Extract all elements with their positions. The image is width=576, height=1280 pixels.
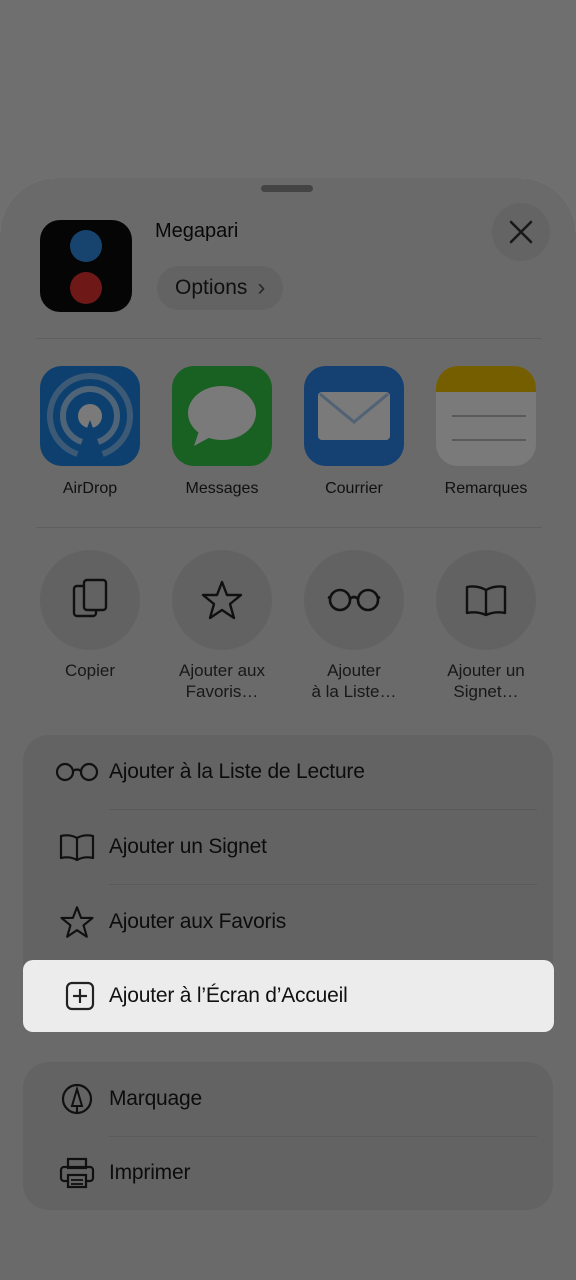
action-add-favorites[interactable]: Ajouter aux Favoris… bbox=[162, 550, 282, 702]
menu-item-label: Imprimer bbox=[109, 1161, 191, 1184]
menu-item-label: Ajouter un Signet bbox=[109, 835, 267, 858]
add-square-icon bbox=[60, 976, 100, 1016]
menu-item-label: Ajouter à l’Écran d’Accueil bbox=[109, 984, 348, 1007]
menu-item-label: Ajouter aux Favoris bbox=[109, 910, 287, 933]
menu-item-add-to-home-screen[interactable]: Ajouter à l’Écran d’Accueil bbox=[23, 960, 554, 1032]
printer-icon bbox=[57, 1153, 97, 1193]
close-icon bbox=[509, 220, 533, 244]
share-target-label: AirDrop bbox=[62, 480, 118, 497]
markup-icon bbox=[57, 1079, 97, 1119]
glasses-icon bbox=[53, 752, 101, 792]
share-target-messages[interactable]: Messages bbox=[172, 366, 272, 498]
action-add-bookmark[interactable]: Ajouter un Signet… bbox=[426, 550, 546, 702]
airdrop-icon bbox=[40, 366, 140, 466]
menu-item-markup[interactable]: Marquage bbox=[23, 1062, 553, 1136]
share-target-airdrop[interactable]: AirDrop bbox=[40, 366, 140, 498]
options-label: Options bbox=[175, 276, 248, 299]
chevron-right-icon: › bbox=[257, 274, 266, 301]
action-label: Ajouter à la Liste… bbox=[311, 661, 397, 701]
star-icon bbox=[172, 550, 272, 650]
sheet-grabber[interactable] bbox=[261, 185, 313, 192]
action-label: Ajouter un Signet… bbox=[447, 661, 525, 701]
share-target-label: Courrier bbox=[325, 480, 383, 497]
app-title: Megapari bbox=[155, 220, 239, 242]
share-target-mail[interactable]: Courrier bbox=[304, 366, 404, 498]
menu-item-add-reading-list[interactable]: Ajouter à la Liste de Lecture bbox=[23, 735, 553, 809]
share-target-notes[interactable]: Remarques bbox=[436, 366, 536, 498]
app-icon-blue-dot bbox=[70, 230, 102, 262]
share-divider bbox=[36, 527, 542, 528]
menu-item-print[interactable]: Imprimer bbox=[23, 1136, 553, 1210]
notes-icon bbox=[436, 366, 536, 466]
book-icon bbox=[436, 550, 536, 650]
action-add-reading-list[interactable]: Ajouter à la Liste… bbox=[294, 550, 414, 702]
action-label: Ajouter aux Favoris… bbox=[179, 661, 265, 701]
action-copy[interactable]: Copier bbox=[30, 550, 150, 681]
share-target-label: Remarques bbox=[444, 480, 528, 497]
book-icon bbox=[57, 827, 97, 867]
app-icon bbox=[40, 220, 132, 312]
share-target-label: Messages bbox=[185, 480, 259, 497]
glasses-icon bbox=[304, 550, 404, 650]
close-button[interactable] bbox=[492, 203, 550, 261]
menu-group-secondary: Marquage Imprimer bbox=[23, 1062, 553, 1210]
messages-icon bbox=[172, 366, 272, 466]
menu-item-label: Marquage bbox=[109, 1087, 202, 1110]
options-button[interactable]: Options › bbox=[157, 266, 284, 310]
action-label: Copier bbox=[64, 661, 116, 680]
header-divider bbox=[36, 338, 542, 339]
share-sheet: Megapari Options › AirDrop Messages Cour… bbox=[0, 178, 576, 1280]
copy-icon bbox=[40, 550, 140, 650]
menu-item-add-bookmark[interactable]: Ajouter un Signet bbox=[23, 810, 553, 884]
star-icon bbox=[57, 902, 97, 942]
app-icon-red-dot bbox=[70, 272, 102, 304]
menu-item-label: Ajouter à la Liste de Lecture bbox=[109, 760, 365, 783]
mail-icon bbox=[304, 366, 404, 466]
menu-item-add-favorites[interactable]: Ajouter aux Favoris bbox=[23, 885, 553, 959]
